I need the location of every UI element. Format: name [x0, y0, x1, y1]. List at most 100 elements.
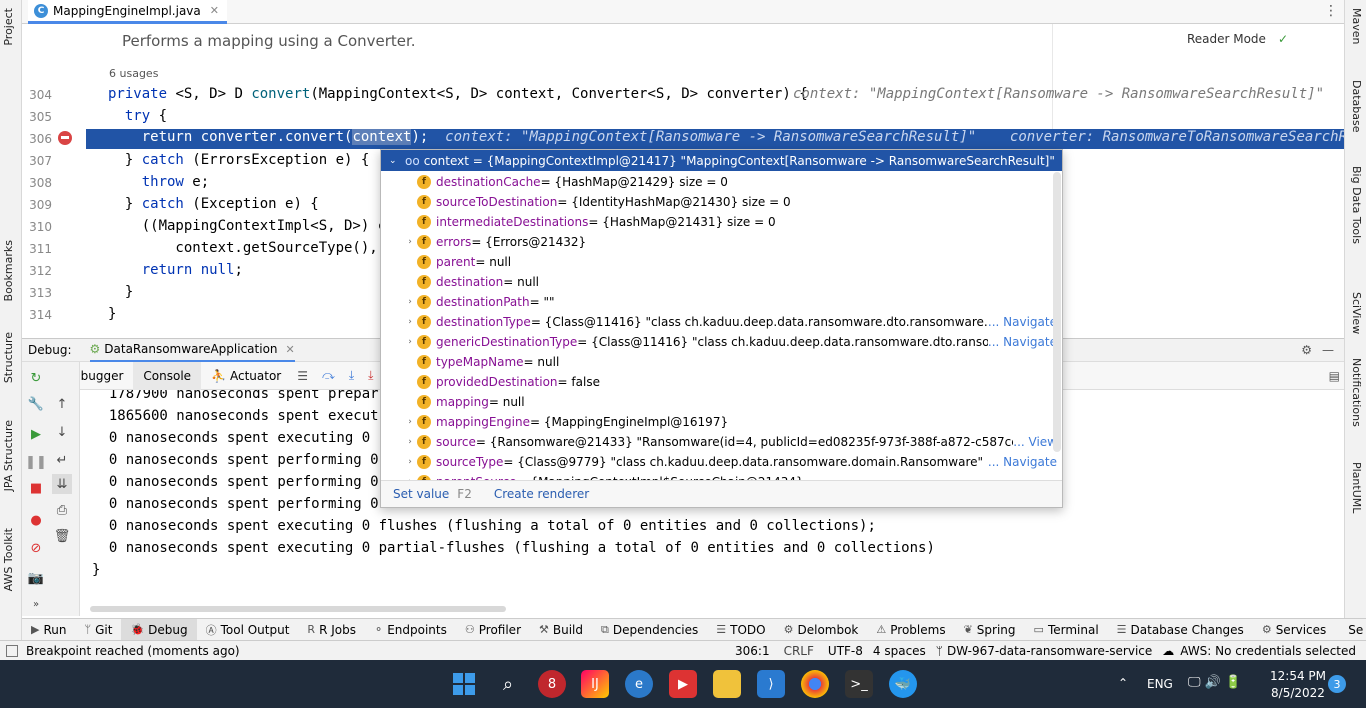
variable-inspector-popup[interactable]: ⌄ oo context = {MappingContextImpl@21417…: [380, 149, 1063, 508]
tool-window-se[interactable]: Se: [1335, 619, 1366, 640]
chrome-icon[interactable]: [801, 670, 829, 698]
more-icon[interactable]: »: [26, 594, 46, 614]
intellij-icon[interactable]: IJ: [581, 670, 609, 698]
tool-window-r-jobs[interactable]: RR Jobs: [298, 619, 365, 640]
vscode-icon[interactable]: ⟩: [757, 670, 785, 698]
modify-run-config-icon[interactable]: 🔧: [26, 394, 46, 414]
step-into-icon[interactable]: ⤓: [349, 368, 354, 383]
tool-window-delombok[interactable]: ⚙ Delombok: [775, 619, 868, 640]
file-tab[interactable]: C MappingEngineImpl.java ✕: [28, 0, 227, 24]
tool-window-problems[interactable]: ⚠ Problems: [867, 619, 954, 640]
minimize-icon[interactable]: —: [1322, 343, 1334, 357]
print-icon[interactable]: ⎙: [52, 500, 72, 520]
chevron-right-icon[interactable]: ›: [403, 337, 417, 347]
rerun-icon[interactable]: ↻: [26, 368, 46, 388]
force-step-into-icon[interactable]: ⤓: [368, 368, 373, 383]
tool-window-run[interactable]: ▶ Run: [22, 619, 75, 640]
tool-sciview[interactable]: SciView: [1350, 292, 1363, 334]
popup-field-row[interactable]: f intermediateDestinations = {HashMap@214…: [381, 212, 1062, 232]
tool-structure[interactable]: Structure: [2, 332, 15, 383]
tab-console[interactable]: Console: [133, 361, 202, 390]
reader-mode-button[interactable]: Reader Mode ✓: [1187, 32, 1288, 46]
chevron-right-icon[interactable]: ›: [403, 417, 417, 427]
tool-window-terminal[interactable]: ▭ Terminal: [1025, 619, 1108, 640]
view-breakpoints-icon[interactable]: ●: [26, 510, 46, 530]
pause-icon[interactable]: ❚❚: [25, 452, 47, 472]
popup-field-row[interactable]: › f errors = {Errors@21432}: [381, 232, 1062, 252]
debug-session-tab[interactable]: ⚙ DataRansomwareApplication ✕: [89, 338, 295, 362]
horizontal-scrollbar[interactable]: [90, 606, 506, 612]
soft-wrap-icon[interactable]: ↵: [52, 450, 72, 470]
popup-field-row[interactable]: › f source = {Ransomware@21433} "Ransomwar…: [381, 432, 1062, 452]
popup-field-row[interactable]: f typeMapName = null: [381, 352, 1062, 372]
resume-icon[interactable]: ▶: [26, 424, 46, 444]
camera-icon[interactable]: 📷: [26, 568, 46, 588]
popup-field-row[interactable]: f destination = null: [381, 272, 1062, 292]
edge-icon[interactable]: e: [625, 670, 653, 698]
tool-window-todo[interactable]: ☰ TODO: [707, 619, 774, 640]
popup-field-row[interactable]: f parent = null: [381, 252, 1062, 272]
tool-big-data-tools[interactable]: Big Data Tools: [1350, 166, 1363, 244]
app-icon-red[interactable]: 8: [538, 670, 566, 698]
indent-setting[interactable]: 4 spaces: [873, 644, 926, 658]
set-value-link[interactable]: Set value: [393, 487, 449, 501]
chevron-down-icon[interactable]: ⌄: [389, 156, 399, 166]
trash-icon[interactable]: 🗑: [52, 526, 72, 546]
down-icon[interactable]: ↓: [52, 422, 72, 442]
mute-breakpoints-icon[interactable]: ⊘: [26, 538, 46, 558]
tool-window-dependencies[interactable]: ⧉ Dependencies: [592, 619, 707, 640]
system-tray-icons[interactable]: 🖵 🔊 🔋: [1188, 675, 1241, 690]
chevron-right-icon[interactable]: ›: [403, 297, 417, 307]
tab-actuator[interactable]: ⛹ Actuator: [201, 362, 291, 390]
chevron-right-icon[interactable]: ›: [403, 317, 417, 327]
tool-jpa-structure[interactable]: JPA Structure: [2, 420, 15, 491]
tool-window-services[interactable]: ⚙ Services: [1253, 619, 1335, 640]
popup-scrollbar[interactable]: [1053, 172, 1061, 452]
tool-project[interactable]: Project: [2, 8, 15, 46]
chevron-right-icon[interactable]: ›: [403, 437, 417, 447]
menu-icon[interactable]: ☰: [297, 369, 308, 383]
popup-field-row[interactable]: › f sourceType = {Class@9779} "class ch.ka…: [381, 452, 1062, 472]
line-separator[interactable]: CRLF: [784, 644, 814, 658]
navigate-link[interactable]: ... Navigate: [988, 335, 1062, 349]
scroll-to-end-icon[interactable]: ⇊: [52, 474, 72, 494]
close-icon[interactable]: ✕: [210, 4, 219, 17]
status-message[interactable]: Breakpoint reached (moments ago): [26, 644, 240, 658]
notification-badge[interactable]: 3: [1328, 675, 1346, 693]
popup-field-row[interactable]: › f destinationType = {Class@11416} "class…: [381, 312, 1062, 332]
aws-credentials[interactable]: AWS: No credentials selected: [1180, 644, 1356, 658]
tool-maven[interactable]: Maven: [1350, 8, 1363, 44]
chevron-up-icon[interactable]: ⌃: [1118, 676, 1128, 690]
search-icon[interactable]: ⌕: [494, 670, 522, 698]
breakpoint-icon[interactable]: [58, 131, 72, 145]
tool-window-profiler[interactable]: ⚇ Profiler: [456, 619, 530, 640]
up-icon[interactable]: ↑: [52, 394, 72, 414]
popup-field-row[interactable]: › f destinationPath = "": [381, 292, 1062, 312]
clock-time[interactable]: 12:54 PM: [1270, 669, 1326, 683]
file-explorer-icon[interactable]: [713, 670, 741, 698]
tool-window-build[interactable]: ⚒ Build: [530, 619, 592, 640]
navigate-link[interactable]: ... Navigate: [988, 455, 1062, 469]
docker-icon[interactable]: 🐳: [889, 670, 917, 698]
stop-icon[interactable]: ■: [26, 478, 46, 498]
tool-window-endpoints[interactable]: ⚬ Endpoints: [365, 619, 456, 640]
popup-root-row[interactable]: ⌄ oo context = {MappingContextImpl@21417…: [381, 150, 1062, 171]
tool-window-debug[interactable]: 🐞 Debug: [121, 619, 197, 640]
tool-window-git[interactable]: ᛘ Git: [75, 619, 121, 640]
tool-window-spring[interactable]: ❦ Spring: [955, 619, 1025, 640]
chevron-right-icon[interactable]: ›: [403, 457, 417, 467]
popup-field-row[interactable]: › f genericDestinationType = {Class@11416}…: [381, 332, 1062, 352]
clock-date[interactable]: 8/5/2022: [1270, 686, 1326, 700]
git-branch[interactable]: DW-967-data-ransomware-service: [947, 644, 1152, 658]
tool-bookmarks[interactable]: Bookmarks: [2, 240, 15, 301]
popup-field-row[interactable]: f providedDestination = false: [381, 372, 1062, 392]
popup-field-row[interactable]: f destinationCache = {HashMap@21429} size…: [381, 172, 1062, 192]
popup-field-row[interactable]: › f mappingEngine = {MappingEngineImpl@161…: [381, 412, 1062, 432]
create-renderer-link[interactable]: Create renderer: [494, 487, 589, 501]
tool-aws-toolkit[interactable]: AWS Toolkit: [2, 528, 15, 591]
status-icon[interactable]: [6, 644, 18, 657]
step-over-icon[interactable]: ⤼: [322, 368, 335, 383]
language-indicator[interactable]: ENG: [1147, 677, 1173, 691]
tool-window-tool-output[interactable]: Ⓐ Tool Output: [197, 619, 299, 640]
terminal-icon[interactable]: >_: [845, 670, 873, 698]
